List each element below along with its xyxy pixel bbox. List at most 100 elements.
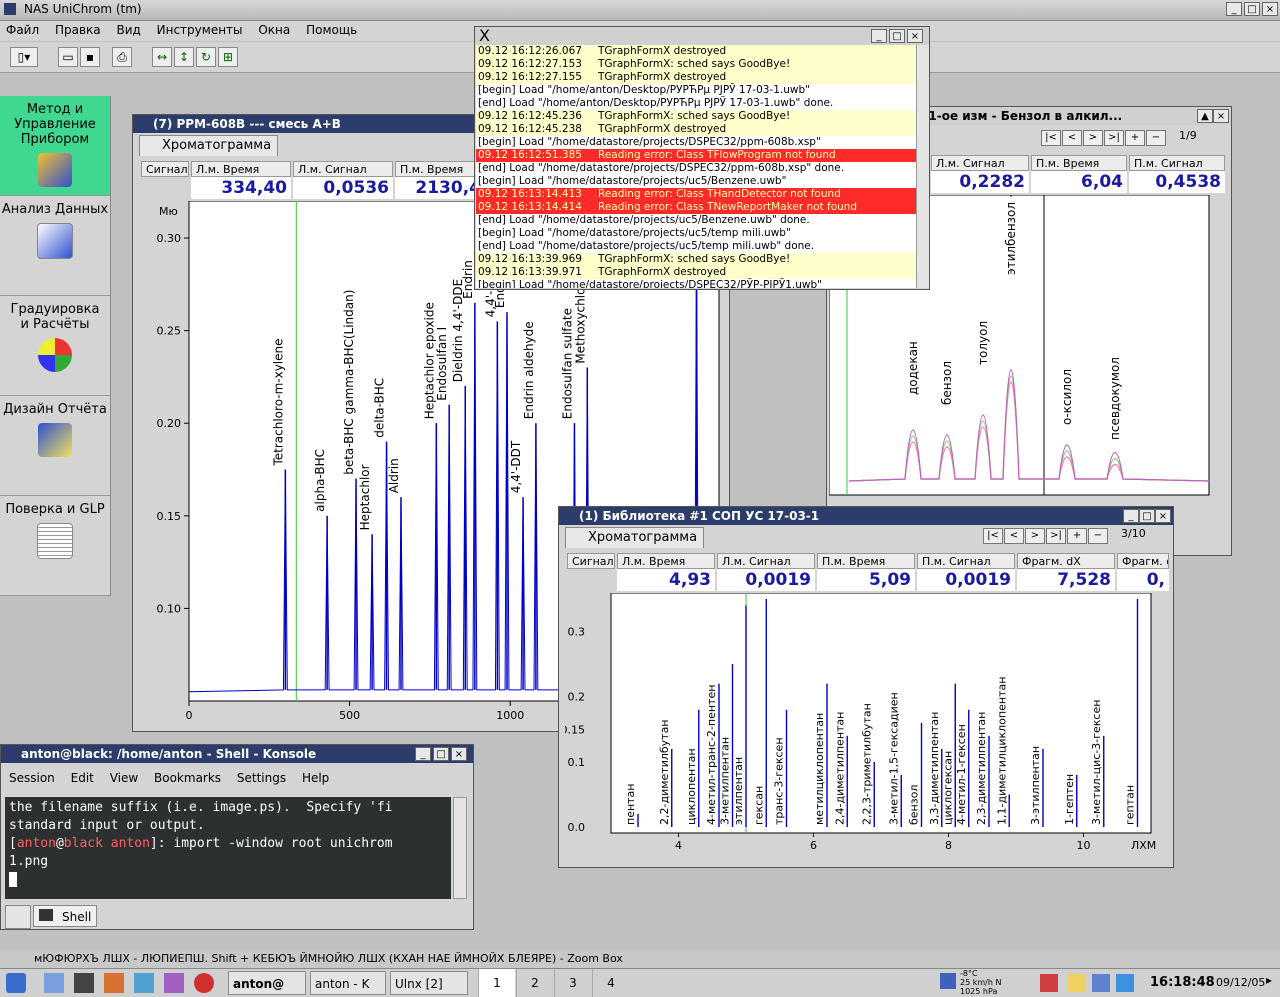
window-minimize-button[interactable]: _ (1123, 509, 1139, 523)
prev-page-button[interactable]: < (1004, 528, 1024, 544)
menu-tools[interactable]: Инструменты (151, 21, 249, 39)
lifebuoy-icon[interactable] (194, 973, 214, 993)
x-tick-label: 4 (675, 839, 682, 852)
terminal-prompt: [anton@black anton]: import -window root… (9, 836, 393, 851)
log-timestamp: 09.12 16:12:27.153 (478, 58, 582, 70)
konsole-close-button[interactable]: × (451, 747, 467, 761)
menu-edit[interactable]: Правка (49, 21, 107, 39)
desktop-3[interactable]: 3 (554, 969, 591, 997)
sidebar-item-label: Градуировка и Расчёты (10, 302, 100, 332)
task-anton[interactable]: anton - K (310, 971, 386, 995)
peak-label: beta-BHC gamma-BHC(Lindan) (342, 290, 356, 475)
log-timestamp: 09.12 16:13:14.413 (478, 188, 582, 200)
window-close-button[interactable]: × (1213, 109, 1229, 123)
task-ulnx[interactable]: Ulnx [2] (390, 971, 468, 995)
close-x-icon[interactable]: X (479, 27, 490, 45)
desktop-4[interactable]: 4 (592, 969, 629, 997)
header-right-time: П.м. Время (395, 161, 485, 177)
kde-menu-icon[interactable] (6, 973, 26, 993)
update-icon[interactable] (1116, 974, 1134, 992)
konsole-menu-edit[interactable]: Edit (65, 771, 100, 785)
sidebar-item-label: Анализ Данных (1, 202, 109, 217)
log-line: [begin] Load "/home/anton/Desktop/РУРЋРµ… (476, 84, 916, 97)
task-konsole[interactable]: anton@ (228, 971, 306, 995)
y-tick-label: 0.25 (157, 325, 182, 338)
right-signal-value: 0,0019 (917, 569, 1015, 591)
tray-app-icon[interactable] (1040, 974, 1058, 992)
add-page-button[interactable]: + (1067, 528, 1087, 544)
desktop-icon[interactable] (44, 973, 64, 993)
window-close-button[interactable]: × (1155, 509, 1171, 523)
header-signal: Сигнал (141, 161, 189, 177)
log-scrollbar[interactable] (916, 45, 929, 288)
terminal-command: import -window root unichrom (173, 836, 393, 851)
last-page-button[interactable]: >| (1104, 130, 1124, 146)
header-left-signal: Л.м. Сигнал (931, 155, 1029, 171)
log-line: [end] Load "/home/datastore/projects/uc5… (476, 214, 916, 227)
browser-icon[interactable] (134, 973, 154, 993)
terminal-scrollbar[interactable] (453, 797, 467, 899)
log-minimize-button[interactable]: _ (871, 29, 887, 43)
close-button[interactable]: × (1262, 2, 1278, 16)
peak-label: гексан (752, 786, 765, 825)
save-icon[interactable]: ▪ (80, 47, 100, 67)
log-timestamp: 09.12 16:13:39.971 (478, 266, 582, 278)
weather-readout: -8°C 25 km/h N 1025 hPa (960, 969, 1001, 996)
remove-page-button[interactable]: − (1088, 528, 1108, 544)
chart-library[interactable]: 0.0 0.1 0.15 0.2 0.3 4 6 8 10 ЛХМ пентан 2,2-димети… (565, 593, 1169, 863)
sidebar-item-analysis[interactable]: Анализ Данных (0, 196, 110, 296)
next-page-button[interactable]: > (1083, 130, 1103, 146)
sidebar-item-method[interactable]: Метод и Управление Прибором (0, 96, 110, 196)
taskbar-arrow-icon[interactable]: ▸ (1266, 973, 1272, 987)
first-page-button[interactable]: |< (1041, 130, 1061, 146)
menu-help[interactable]: Помощь (300, 21, 363, 39)
new-session-icon[interactable] (5, 905, 31, 929)
open-icon[interactable]: ▭ (58, 47, 78, 67)
maximize-button[interactable]: □ (1244, 2, 1260, 16)
tab-chromatogram[interactable]: Хроматограмма (565, 527, 705, 548)
x-tick-label: 10 (1077, 839, 1091, 852)
print-icon[interactable]: ⎙ (112, 47, 132, 67)
sidebar-item-glp[interactable]: Поверка и GLP (0, 496, 110, 596)
menu-view[interactable]: Вид (110, 21, 146, 39)
add-page-button[interactable]: + (1125, 130, 1145, 146)
volume-icon[interactable] (1092, 974, 1110, 992)
last-page-button[interactable]: >| (1046, 528, 1066, 544)
arrows-vertical-icon[interactable]: ↕ (174, 47, 194, 67)
log-close-button[interactable]: × (907, 29, 923, 43)
konsole-menu-help[interactable]: Help (296, 771, 335, 785)
menu-file[interactable]: Файл (0, 21, 45, 39)
sidebar-item-report[interactable]: Дизайн Отчёта (0, 396, 110, 496)
remove-page-button[interactable]: − (1146, 130, 1166, 146)
first-page-button[interactable]: |< (983, 528, 1003, 544)
desktop-2[interactable]: 2 (516, 969, 553, 997)
prev-page-button[interactable]: < (1062, 130, 1082, 146)
zoom-icon[interactable]: ⊞ (218, 47, 238, 67)
terminal-launcher-icon[interactable] (74, 973, 94, 993)
window-maximize-button[interactable]: □ (1139, 509, 1155, 523)
terminal-output[interactable]: the filename suffix (i.e. image.ps). Spe… (5, 797, 451, 899)
new-icon[interactable]: ▯▾ (10, 47, 38, 67)
menu-windows[interactable]: Окна (252, 21, 296, 39)
left-time-value: 4,93 (617, 569, 715, 591)
log-maximize-button[interactable]: □ (889, 29, 905, 43)
sidebar-item-calibration[interactable]: Градуировка и Расчёты (0, 296, 110, 396)
konsole-menu-bookmarks[interactable]: Bookmarks (148, 771, 227, 785)
konsole-menu-view[interactable]: View (104, 771, 144, 785)
settings-icon[interactable] (164, 973, 184, 993)
home-icon[interactable] (104, 973, 124, 993)
desktop-1[interactable]: 1 (478, 969, 515, 997)
window-restore-button[interactable]: ▲ (1197, 109, 1213, 123)
keyboard-layout-icon[interactable] (1068, 974, 1086, 992)
tab-chromatogram[interactable]: Хроматограмма (139, 135, 279, 156)
minimize-button[interactable]: _ (1226, 2, 1242, 16)
konsole-menu-session[interactable]: Session (3, 771, 61, 785)
konsole-minimize-button[interactable]: _ (415, 747, 431, 761)
next-page-button[interactable]: > (1025, 528, 1045, 544)
refresh-icon[interactable]: ↻ (196, 47, 216, 67)
temperature: -8°C (960, 969, 978, 978)
log-message: TGraphFormX destroyed (598, 266, 727, 278)
arrows-horizontal-icon[interactable]: ↔ (152, 47, 172, 67)
konsole-menu-settings[interactable]: Settings (231, 771, 292, 785)
konsole-maximize-button[interactable]: □ (433, 747, 449, 761)
